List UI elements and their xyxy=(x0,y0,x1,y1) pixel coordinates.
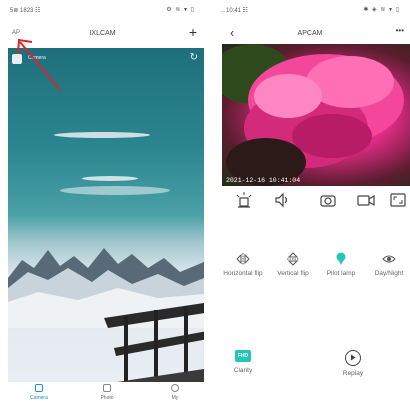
tab-label: Photo xyxy=(100,395,114,401)
horizontal-flip-button[interactable]: Horizontal flip xyxy=(218,252,268,278)
status-bar: 5≣ 1823 ☷ ⚙ ≋ ▾ ▯ xyxy=(0,6,205,16)
cloud-shape xyxy=(60,186,170,195)
tab-label: Camera xyxy=(30,395,48,401)
eye-icon xyxy=(382,255,396,263)
tab-camera[interactable]: Camera xyxy=(14,384,64,401)
function-label: Replay xyxy=(342,370,364,377)
railing-structure xyxy=(104,303,204,382)
horizontal-flip-icon xyxy=(236,253,250,265)
tab-photo[interactable]: Photo xyxy=(82,384,132,401)
cloud-shape xyxy=(54,132,150,138)
clarity-button[interactable]: FHD Clarity xyxy=(218,350,268,374)
tab-my[interactable]: My xyxy=(150,384,200,401)
person-icon xyxy=(171,384,179,392)
live-view-screen: …10:41 ☷ ✱ ◈ ≋ ▾ ▯ ‹ APCAM ••• 2021-12-1… xyxy=(210,0,410,412)
nav-bar: ‹ APCAM ••• xyxy=(210,25,410,42)
status-left: …10:41 ☷ xyxy=(220,8,249,14)
function-label: Day/Night xyxy=(374,270,404,277)
vertical-flip-icon xyxy=(287,252,299,266)
alarm-icon[interactable] xyxy=(234,192,254,208)
function-label: Horizontal flip xyxy=(223,270,263,277)
vertical-flip-button[interactable]: Vertical flip xyxy=(268,252,318,278)
fhd-badge: FHD xyxy=(235,350,251,362)
status-left: 5≣ 1823 ☷ xyxy=(10,8,41,14)
status-right: ✱ ◈ ≋ ▾ ▯ xyxy=(363,7,400,13)
live-video[interactable]: 2021-12-16 10:41:04 xyxy=(222,44,410,186)
more-icon[interactable]: ••• xyxy=(396,26,404,35)
speaker-icon[interactable] xyxy=(272,192,292,208)
refresh-icon[interactable]: ↻ xyxy=(190,52,198,63)
page-title: APCAM xyxy=(297,30,323,37)
tab-label: My xyxy=(171,395,179,401)
video-controls xyxy=(222,190,410,212)
cloud-shape xyxy=(82,176,138,181)
day-night-button[interactable]: Day/Night xyxy=(364,252,410,278)
camera-tab-icon xyxy=(35,384,43,392)
replay-icon xyxy=(345,350,361,366)
pilot-lamp-button[interactable]: Pilot lamp xyxy=(316,252,366,278)
fullscreen-icon[interactable] xyxy=(388,192,408,208)
photo-tab-icon xyxy=(103,384,111,392)
add-device-button[interactable]: + xyxy=(189,24,197,40)
flower-image xyxy=(222,44,404,186)
record-icon[interactable] xyxy=(356,192,376,208)
bottom-tab-bar: Camera Photo My xyxy=(8,382,205,412)
status-bar: …10:41 ☷ ✱ ◈ ≋ ▾ ▯ xyxy=(210,6,410,16)
pilot-lamp-icon xyxy=(336,252,346,265)
camera-list-screen: 5≣ 1823 ☷ ⚙ ≋ ▾ ▯ AP IXLCAM + Camera ↻ C… xyxy=(0,0,205,412)
status-right: ⚙ ≋ ▾ ▯ xyxy=(166,7,195,13)
function-label: Pilot lamp xyxy=(326,270,356,277)
function-label: Clarity xyxy=(233,367,253,374)
video-timestamp: 2021-12-16 10:41:04 xyxy=(226,177,301,184)
annotation-arrow-icon xyxy=(17,38,61,91)
replay-button[interactable]: Replay xyxy=(328,350,378,377)
camera-preview[interactable]: Camera ↻ xyxy=(8,48,204,382)
function-label: Vertical flip xyxy=(277,270,309,277)
snapshot-icon[interactable] xyxy=(318,192,338,208)
